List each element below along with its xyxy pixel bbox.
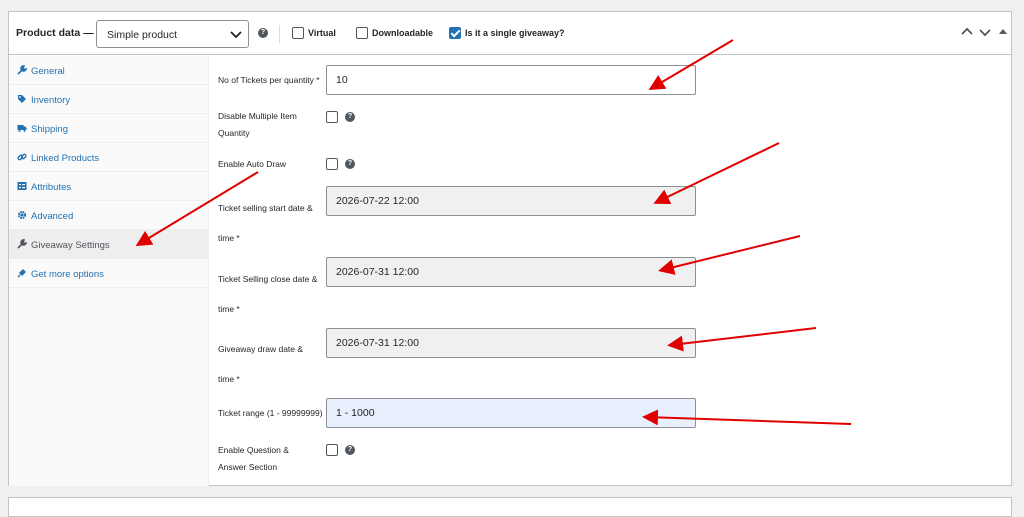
close-date-input[interactable]: 2026-07-31 12:00: [326, 257, 696, 287]
product-data-panel: Product data — Simple product ? Virtual …: [8, 11, 1012, 486]
ticket-range-label: Ticket range (1 - 99999999): [218, 408, 323, 418]
disable-multiple-label: Disable Multiple Item Quantity: [218, 111, 297, 138]
gear-icon: [17, 210, 27, 220]
single-giveaway-checkbox[interactable]: [449, 27, 461, 39]
qa-section-label: Enable Question & Answer Section: [218, 445, 289, 472]
tab-linked-products-label: Linked Products: [31, 153, 100, 164]
link-icon: [17, 153, 27, 161]
chevron-down-icon: [230, 31, 242, 39]
tab-get-more-options-label: Get more options: [31, 269, 104, 280]
tab-general-label: General: [31, 66, 65, 77]
auto-draw-label: Enable Auto Draw: [218, 159, 287, 169]
tab-inventory[interactable]: Inventory: [9, 85, 209, 114]
tag-icon: [18, 95, 26, 103]
wrench-icon: [17, 239, 27, 249]
tab-shipping[interactable]: Shipping: [9, 114, 209, 143]
product-data-header: Product data — Simple product ? Virtual …: [9, 12, 1011, 55]
tab-attributes-label: Attributes: [31, 182, 72, 193]
product-type-value: Simple product: [107, 29, 178, 41]
triangle-up-icon[interactable]: [996, 25, 1010, 39]
downloadable-label: Downloadable: [372, 28, 434, 38]
help-icon[interactable]: ?: [345, 112, 355, 122]
help-icon[interactable]: ?: [258, 28, 268, 38]
header-divider: [279, 25, 280, 43]
tickets-per-quantity-label: No of Tickets per quantity *: [218, 75, 320, 85]
product-type-select[interactable]: Simple product: [96, 20, 249, 48]
downloadable-checkbox[interactable]: [356, 27, 368, 39]
product-data-title: Product data —: [16, 27, 94, 39]
tab-giveaway-settings[interactable]: Giveaway Settings: [9, 230, 209, 259]
virtual-label: Virtual: [308, 28, 336, 38]
tickets-per-quantity-input[interactable]: 10: [326, 65, 696, 95]
list-icon: [17, 182, 27, 190]
next-metabox: [8, 497, 1012, 517]
chevron-down-icon[interactable]: [978, 25, 992, 39]
plugin-icon: [17, 269, 26, 278]
ticket-range-input[interactable]: 1 - 1000: [326, 398, 696, 428]
tab-advanced-label: Advanced: [31, 211, 74, 222]
tab-get-more-options[interactable]: Get more options: [9, 259, 209, 288]
close-date-label: Ticket Selling close date & time *: [218, 274, 318, 314]
start-date-input[interactable]: 2026-07-22 12:00: [326, 186, 696, 216]
virtual-checkbox[interactable]: [292, 27, 304, 39]
tab-advanced[interactable]: Advanced: [9, 201, 209, 230]
auto-draw-checkbox[interactable]: [326, 158, 338, 170]
qa-section-checkbox[interactable]: [326, 444, 338, 456]
chevron-up-icon[interactable]: [960, 25, 974, 39]
disable-multiple-checkbox[interactable]: [326, 111, 338, 123]
wrench-icon: [17, 65, 27, 75]
tab-linked-products[interactable]: Linked Products: [9, 143, 209, 172]
tab-attributes[interactable]: Attributes: [9, 172, 209, 201]
help-icon[interactable]: ?: [345, 445, 355, 455]
single-giveaway-label: Is it a single giveaway?: [465, 28, 565, 38]
draw-date-label: Giveaway draw date & time *: [218, 344, 304, 384]
product-data-tabs: General Inventory Shipping Linked Produc…: [9, 56, 209, 486]
help-icon[interactable]: ?: [345, 159, 355, 169]
tab-shipping-label: Shipping: [31, 124, 68, 135]
tab-giveaway-settings-label: Giveaway Settings: [31, 240, 110, 251]
tab-general[interactable]: General: [9, 56, 209, 85]
tab-inventory-label: Inventory: [31, 95, 71, 106]
draw-date-input[interactable]: 2026-07-31 12:00: [326, 328, 696, 358]
start-date-label: Ticket selling start date & time *: [218, 203, 313, 243]
truck-icon: [17, 125, 27, 132]
